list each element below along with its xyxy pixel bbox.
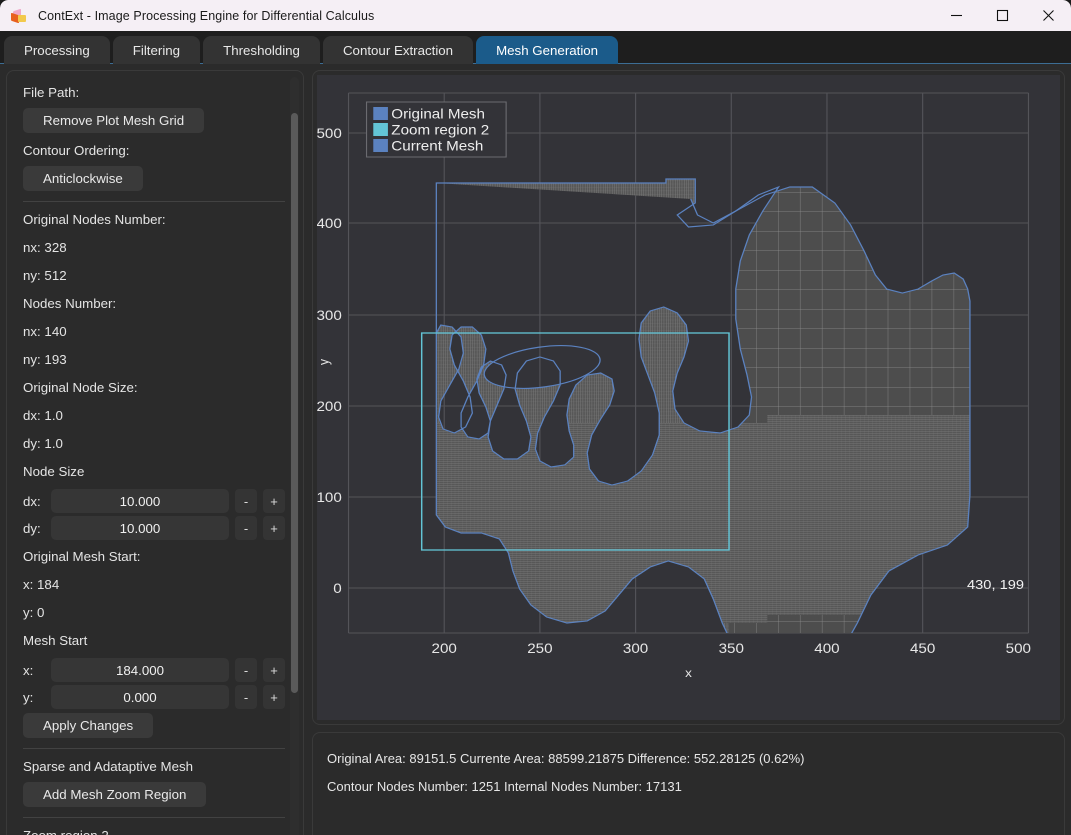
legend-label-current-mesh: Current Mesh (391, 139, 483, 154)
title-bar: ContExt - Image Processing Engine for Di… (0, 0, 1071, 31)
plot-card: Mesh Plot (312, 70, 1065, 725)
app-logo-icon (11, 8, 29, 24)
tab-label: Contour Extraction (343, 43, 453, 58)
legend-swatch-original-mesh (373, 107, 388, 120)
svg-text:200: 200 (317, 400, 342, 415)
mesh-start-x-row: x: - + (23, 658, 285, 682)
original-nodes-number-label: Original Nodes Number: (23, 206, 285, 234)
legend-label-zoom-region: Zoom region 2 (391, 123, 489, 138)
nodes-ny-value: ny: 193 (23, 346, 285, 374)
original-nx-value: nx: 328 (23, 234, 285, 262)
original-start-y-value: y: 0 (23, 599, 285, 627)
mesh-fill (317, 75, 1060, 720)
mesh-start-x-input[interactable] (51, 658, 229, 682)
sidebar-scrollbar[interactable] (290, 77, 299, 835)
original-dy-value: dy: 1.0 (23, 430, 285, 458)
svg-text:0: 0 (333, 582, 341, 597)
svg-text:400: 400 (814, 642, 839, 657)
svg-text:350: 350 (719, 642, 744, 657)
nodes-nx-value: nx: 140 (23, 318, 285, 346)
main-content: File Path: Remove Plot Mesh Grid Contour… (0, 64, 1071, 835)
svg-text:300: 300 (623, 642, 648, 657)
legend-label-original-mesh: Original Mesh (391, 107, 485, 122)
plot-svg: Original Mesh Zoom region 2 Current Mesh… (317, 75, 1060, 720)
mesh-plot[interactable]: Mesh Plot (317, 75, 1060, 720)
node-dx-label: dx: (23, 494, 45, 509)
apply-changes-button[interactable]: Apply Changes (23, 713, 153, 738)
divider (23, 748, 285, 749)
svg-text:300: 300 (317, 309, 342, 324)
node-dx-input[interactable] (51, 489, 229, 513)
original-mesh-start-label: Original Mesh Start: (23, 543, 285, 571)
tab-label: Mesh Generation (496, 43, 598, 58)
mesh-start-y-label: y: (23, 690, 45, 705)
tab-mesh-generation[interactable]: Mesh Generation (476, 36, 618, 64)
legend-swatch-current-mesh (373, 139, 388, 152)
tab-bar: Processing Filtering Thresholding Contou… (0, 31, 1071, 64)
original-ny-value: ny: 512 (23, 262, 285, 290)
area-info-line: Original Area: 89151.5 Currente Area: 88… (327, 745, 1050, 773)
original-node-size-label: Original Node Size: (23, 374, 285, 402)
node-dx-row: dx: - + (23, 489, 285, 513)
add-mesh-zoom-region-button[interactable]: Add Mesh Zoom Region (23, 782, 206, 807)
node-dx-decrement-button[interactable]: - (235, 489, 257, 513)
original-dx-value: dx: 1.0 (23, 402, 285, 430)
cursor-coordinate-readout: 430, 199 (967, 577, 1024, 592)
mesh-start-x-decrement-button[interactable]: - (235, 658, 257, 682)
close-icon[interactable] (1025, 0, 1071, 31)
info-panel: Original Area: 89151.5 Currente Area: 88… (312, 732, 1065, 835)
node-dy-decrement-button[interactable]: - (235, 516, 257, 540)
app-window: ContExt - Image Processing Engine for Di… (0, 0, 1071, 835)
tab-contour-extraction[interactable]: Contour Extraction (323, 36, 473, 64)
x-axis-label: x (685, 666, 692, 680)
file-path-label: File Path: (23, 79, 285, 107)
mesh-start-y-decrement-button[interactable]: - (235, 685, 257, 709)
divider (23, 201, 285, 202)
node-dy-increment-button[interactable]: + (263, 516, 285, 540)
contour-ordering-button[interactable]: Anticlockwise (23, 166, 143, 191)
node-dx-increment-button[interactable]: + (263, 489, 285, 513)
window-title: ContExt - Image Processing Engine for Di… (38, 9, 374, 23)
legend-swatch-zoom-region (373, 123, 388, 136)
tab-processing[interactable]: Processing (4, 36, 110, 64)
svg-text:200: 200 (432, 642, 457, 657)
original-start-x-value: x: 184 (23, 571, 285, 599)
sidebar-scrollbar-thumb[interactable] (291, 113, 298, 693)
node-dy-row: dy: - + (23, 516, 285, 540)
svg-text:400: 400 (317, 217, 342, 232)
mesh-start-y-increment-button[interactable]: + (263, 685, 285, 709)
mesh-start-x-label: x: (23, 663, 45, 678)
mesh-start-label: Mesh Start (23, 627, 285, 655)
mesh-start-y-input[interactable] (51, 685, 229, 709)
divider (23, 817, 285, 818)
svg-text:250: 250 (527, 642, 552, 657)
svg-text:100: 100 (317, 491, 342, 506)
minimize-icon[interactable] (933, 0, 979, 31)
maximize-icon[interactable] (979, 0, 1025, 31)
svg-text:500: 500 (1006, 642, 1031, 657)
sparse-adaptive-mesh-label: Sparse and Adataptive Mesh (23, 753, 285, 781)
settings-sidebar: File Path: Remove Plot Mesh Grid Contour… (6, 70, 304, 835)
y-axis-label: y (317, 358, 331, 365)
node-size-label: Node Size (23, 458, 285, 486)
node-dy-input[interactable] (51, 516, 229, 540)
mesh-start-y-row: y: - + (23, 685, 285, 709)
mesh-start-x-increment-button[interactable]: + (263, 658, 285, 682)
tab-label: Thresholding (223, 43, 300, 58)
tab-label: Filtering (133, 43, 180, 58)
contour-ordering-label: Contour Ordering: (23, 137, 285, 165)
remove-plot-mesh-grid-button[interactable]: Remove Plot Mesh Grid (23, 108, 204, 133)
nodes-info-line: Contour Nodes Number: 1251 Internal Node… (327, 773, 1050, 801)
zoom-region-item: Zoom region 2 (23, 822, 285, 835)
tab-filtering[interactable]: Filtering (113, 36, 200, 64)
tab-label: Processing (24, 43, 90, 58)
plot-legend: Original Mesh Zoom region 2 Current Mesh (367, 102, 507, 157)
window-controls (933, 0, 1071, 31)
svg-text:450: 450 (910, 642, 935, 657)
tab-thresholding[interactable]: Thresholding (203, 36, 320, 64)
plot-area: Mesh Plot (312, 70, 1065, 835)
svg-text:500: 500 (317, 127, 342, 142)
node-dy-label: dy: (23, 521, 45, 536)
nodes-number-label: Nodes Number: (23, 290, 285, 318)
